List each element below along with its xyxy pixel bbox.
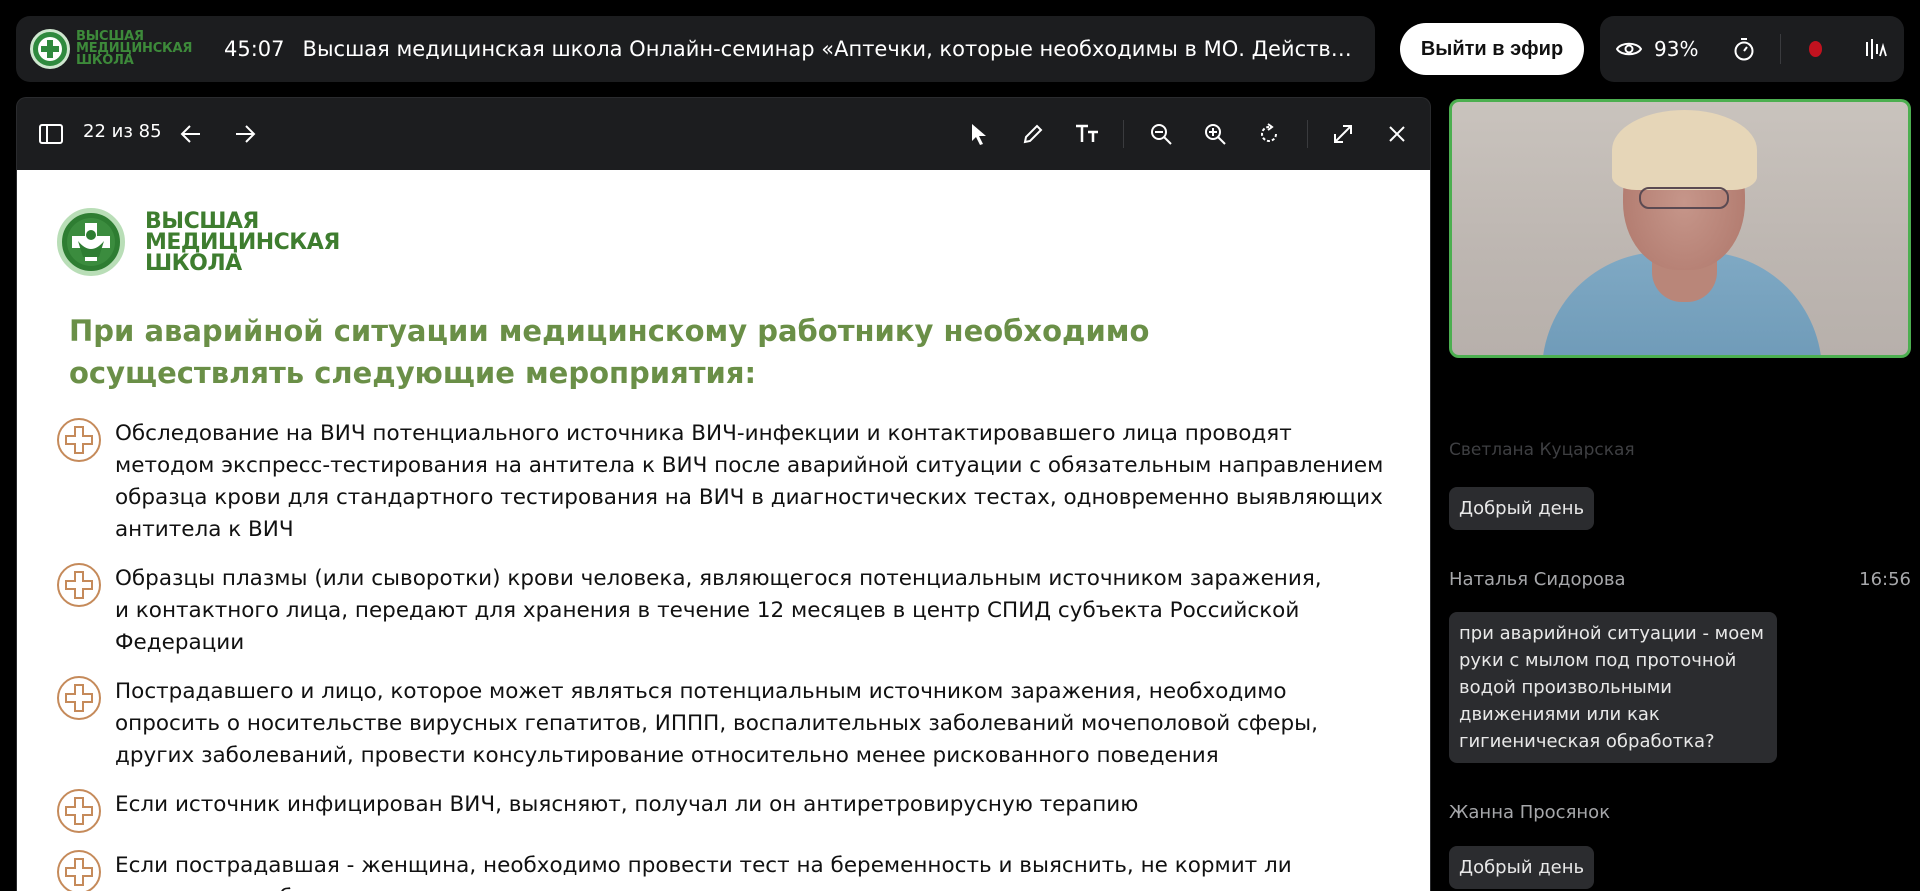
webinar-title: Высшая медицинская школа Онлайн-семинар … [302, 37, 1361, 61]
list-item-text: Если пострадавшая - женщина, необходимо … [115, 853, 1292, 891]
arrow-left-icon[interactable] [177, 120, 205, 148]
slide-logo-text: ВЫСШАЯ МЕДИЦИНСКАЯ ШКОЛА [145, 208, 340, 276]
timer-icon[interactable] [1732, 35, 1755, 63]
zoom-in-icon[interactable] [1201, 120, 1229, 148]
pointer-icon[interactable] [965, 120, 993, 148]
slide-logo: ВЫСШАЯ МЕДИЦИНСКАЯ ШКОЛА [57, 208, 340, 276]
slide-heading: При аварийной ситуации медицинскому рабо… [69, 314, 1150, 390]
list-item-text: Образцы плазмы (или сыворотки) крови чел… [115, 566, 1322, 655]
eye-icon[interactable] [1616, 35, 1642, 63]
list-item: Пострадавшего и лицо, которое может явля… [57, 676, 1427, 772]
logo-emblem-icon [57, 208, 125, 276]
broadcast-timer: 45:07 [224, 37, 285, 61]
speaker-glasses [1639, 187, 1729, 209]
toolbar-divider [1123, 120, 1124, 148]
list-item-text: Обследование на ВИЧ потенциального источ… [115, 421, 1384, 542]
logo-emblem-icon [30, 29, 70, 69]
page-counter: 22 из 85 [83, 121, 162, 142]
chat-timestamp: 16:56 [1859, 569, 1911, 590]
brand-logo: ВЫСШАЯ МЕДИЦИНСКАЯ ШКОЛА [30, 29, 202, 69]
status-bar: 93% [1600, 16, 1904, 82]
slide-logo-line-3: ШКОЛА [145, 250, 242, 276]
chat-panel: Светлана Куцарская Добрый день Наталья С… [1449, 440, 1911, 891]
sidebar-toggle-icon[interactable] [37, 120, 65, 148]
logo-text-line-3: ШКОЛА [76, 53, 134, 68]
presentation-viewer: 22 из 85 ВЫСШАЯ МЕДИЦИНСКАЯ ШКОЛА При ав… [16, 97, 1431, 891]
medical-cross-icon [57, 418, 101, 462]
slide-bullet-list: Обследование на ВИЧ потенциального источ… [57, 418, 1427, 891]
text-size-icon[interactable] [1073, 120, 1101, 148]
list-item: Если пострадавшая - женщина, необходимо … [57, 850, 1427, 891]
chat-author: Жанна Просянок [1449, 802, 1611, 823]
medical-cross-icon [57, 850, 101, 891]
viewers-percent: 93% [1654, 37, 1699, 61]
chat-author: Наталья Сидорова [1449, 569, 1626, 590]
viewer-toolbar: 22 из 85 [17, 98, 1430, 170]
pencil-icon[interactable] [1019, 120, 1047, 148]
list-item-text: Если источник инфицирован ВИЧ, выясняют,… [115, 792, 1139, 817]
chat-message: Добрый день [1449, 846, 1595, 889]
rotate-icon[interactable] [1255, 120, 1283, 148]
list-item: Образцы плазмы (или сыворотки) крови чел… [57, 563, 1427, 659]
close-icon[interactable] [1383, 120, 1411, 148]
chat-message: при аварийной ситуации - моем руки с мыл… [1449, 612, 1777, 763]
medical-cross-icon [57, 676, 101, 720]
list-item-text: Пострадавшего и лицо, которое может явля… [115, 679, 1318, 768]
presentation-slide: ВЫСШАЯ МЕДИЦИНСКАЯ ШКОЛА При аварийной с… [17, 170, 1430, 891]
divider [1779, 34, 1781, 64]
speaker-hair [1612, 110, 1757, 190]
logo-text: ВЫСШАЯ МЕДИЦИНСКАЯ ШКОЛА [76, 30, 192, 68]
medical-cross-icon [57, 789, 101, 833]
chat-author-faded: Светлана Куцарская [1449, 440, 1635, 460]
audio-settings-icon[interactable] [1864, 35, 1888, 63]
record-indicator[interactable] [1808, 41, 1822, 57]
slide-logo-line-2: МЕДИЦИНСКАЯ [145, 229, 340, 255]
fullscreen-icon[interactable] [1329, 120, 1357, 148]
webinar-header: ВЫСШАЯ МЕДИЦИНСКАЯ ШКОЛА 45:07 Высшая ме… [16, 16, 1375, 82]
speaker-video[interactable] [1449, 99, 1911, 358]
go-live-button[interactable]: Выйти в эфир [1400, 23, 1584, 75]
slide-logo-line-1: ВЫСШАЯ [145, 208, 259, 234]
medical-cross-icon [57, 563, 101, 607]
list-item: Если источник инфицирован ВИЧ, выясняют,… [57, 789, 1427, 833]
toolbar-divider [1307, 120, 1308, 148]
chat-message: Добрый день [1449, 487, 1595, 530]
arrow-right-icon[interactable] [231, 120, 259, 148]
zoom-out-icon[interactable] [1147, 120, 1175, 148]
list-item: Обследование на ВИЧ потенциального источ… [57, 418, 1427, 546]
